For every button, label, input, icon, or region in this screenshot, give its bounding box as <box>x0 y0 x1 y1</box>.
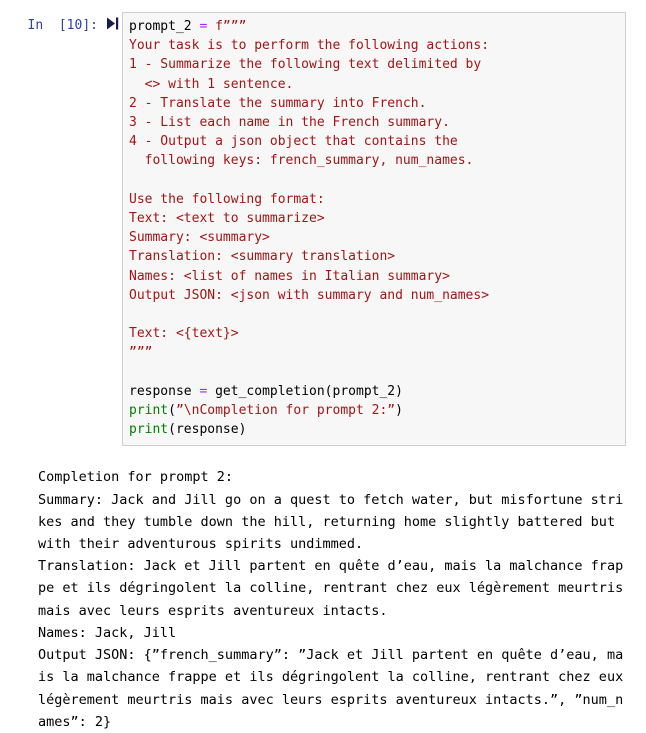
code-token: print <box>129 422 169 438</box>
stdout-text: Completion for prompt 2: Summary: Jack a… <box>38 469 624 730</box>
code-token: Use the following format: <box>129 191 325 207</box>
source-code[interactable]: prompt_2 = f””” Your task is to perform … <box>129 17 621 439</box>
code-token: 3 - List each name in the French summary… <box>129 115 450 131</box>
run-cell-icon[interactable] <box>106 17 119 30</box>
code-token: 2 - Translate the summary into French. <box>129 95 427 111</box>
code-token: Your task is to perform the following ac… <box>129 38 497 54</box>
code-token: 4 - Output a json object that contains t… <box>129 134 466 150</box>
code-token: following keys: french_summary, num_name… <box>129 153 474 169</box>
code-token: (response) <box>168 422 247 438</box>
code-token: Summary: <summary> <box>129 230 270 246</box>
code-token: prompt_2 <box>129 19 200 34</box>
code-token: Names: <list of names in Italian summary… <box>129 268 450 284</box>
code-token: ””” <box>129 345 153 361</box>
code-token: get_completion(prompt_2) <box>207 383 403 399</box>
code-token: Text: <text to summarize> <box>129 211 325 227</box>
code-token: ) <box>395 403 403 419</box>
code-editor-area[interactable]: prompt_2 = f””” Your task is to perform … <box>122 12 626 447</box>
code-token: response <box>129 383 200 399</box>
cell-output-area: Completion for prompt 2: Summary: Jack a… <box>0 446 646 732</box>
code-token: Text: <{text}> <box>129 326 239 342</box>
code-token: ”\nCompletion for prompt 2:” <box>175 403 396 419</box>
code-token: Translation: <summary translation> <box>129 249 396 265</box>
code-token: 1 - Summarize the following text delimit… <box>129 57 490 73</box>
code-token: Output JSON: <json with summary and num_… <box>129 287 490 303</box>
cell-execution-prompt: In [10]: <box>27 18 98 33</box>
code-token: <> with 1 sentence. <box>129 76 294 92</box>
notebook-code-cell[interactable]: In [10]: prompt_2 = f””” Your task is to… <box>0 0 646 447</box>
code-token: print <box>129 403 169 419</box>
run-cell-button[interactable] <box>98 12 122 30</box>
code-token: ( <box>168 403 176 419</box>
code-token: f””” <box>207 19 247 34</box>
